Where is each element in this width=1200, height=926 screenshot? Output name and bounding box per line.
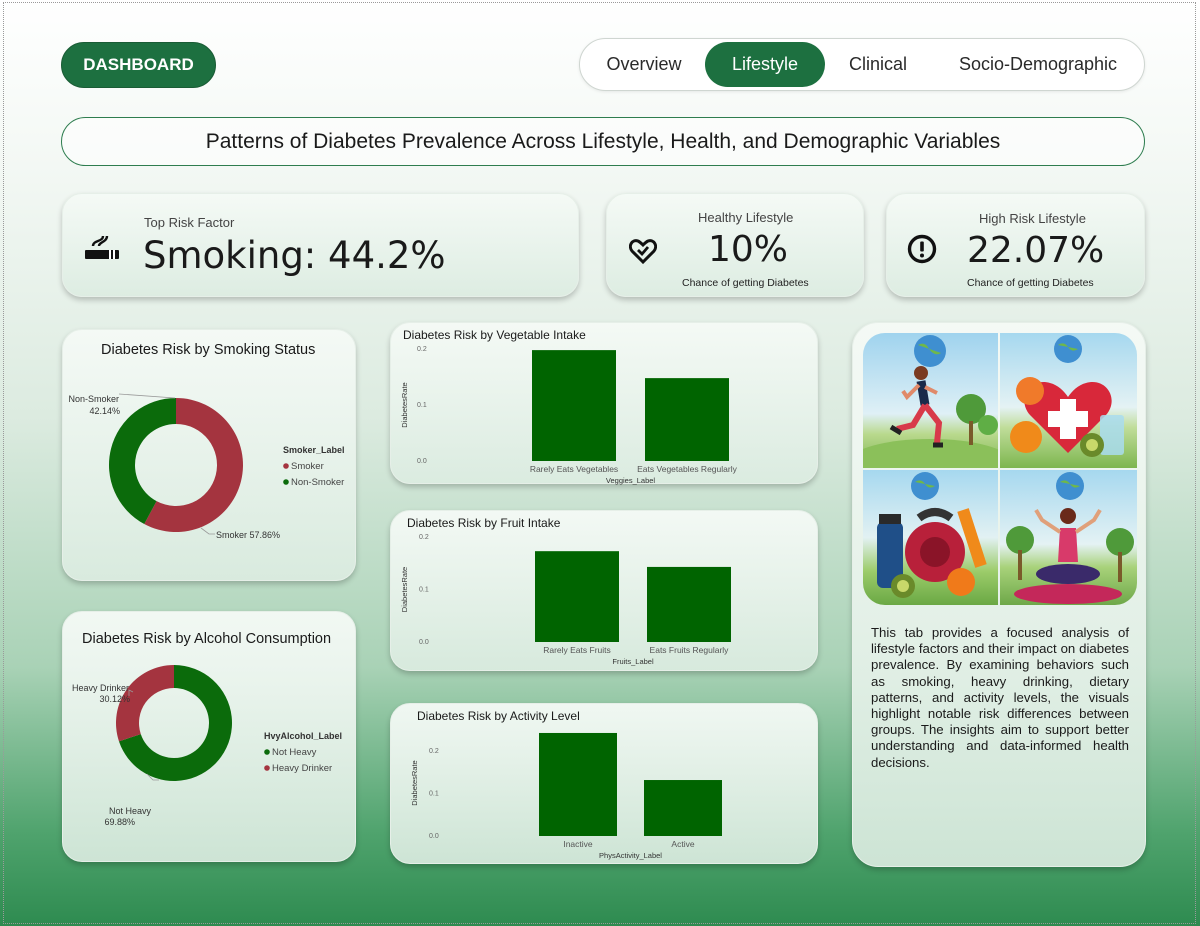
- smoking-leader-line: [118, 393, 176, 399]
- vegetable-bar[interactable]: [532, 350, 616, 461]
- kpi-healthy-value: 10%: [708, 229, 789, 270]
- alcohol-legend-title: HvyAlcohol_Label: [264, 731, 342, 741]
- fitness-gear-illustration: [863, 470, 998, 605]
- alcohol-legend-marker: [264, 765, 270, 771]
- kpi-healthy-label: Healthy Lifestyle: [698, 210, 794, 225]
- alcohol-data-label: 69.88%: [104, 817, 135, 827]
- vegetable-x-axis-title: Veggies_Label: [606, 476, 656, 485]
- tab-socio-demographic[interactable]: Socio-Demographic: [940, 42, 1136, 87]
- activity-bar[interactable]: [539, 732, 617, 836]
- activity-y-tick: 0.0: [429, 833, 439, 840]
- alcohol-data-label: Heavy Drinker: [72, 683, 129, 693]
- alcohol-data-label: Not Heavy: [109, 806, 152, 816]
- kpi-top-risk-label: Top Risk Factor: [144, 215, 235, 230]
- vegetable-bar-chart: 0.0 0.1 0.2 DiabetesRate Rarely Eats Vegetab…: [400, 346, 738, 485]
- page-title: Patterns of Diabetes Prevalence Across L…: [61, 117, 1145, 166]
- fruit-y-axis-title: DiabetesRate: [400, 567, 409, 612]
- alcohol-donut-card: Diabetes Risk by Alcohol Consumption Hea…: [62, 611, 356, 862]
- smoking-donut-card: Diabetes Risk by Smoking Status Non-Smok…: [62, 329, 356, 581]
- activity-x-axis-title: PhysActivity_Label: [599, 851, 662, 860]
- activity-y-axis-title: DiabetesRate: [410, 760, 419, 805]
- fruit-bar[interactable]: [535, 551, 619, 642]
- vegetable-x-tick: Eats Vegetables Regularly: [637, 464, 737, 474]
- heart-fruit-illustration: [1000, 333, 1137, 468]
- fruit-y-tick: 0.2: [419, 534, 429, 541]
- vegetable-y-tick: 0.0: [417, 458, 427, 465]
- lifestyle-info-panel: This tab provides a focused analysis of …: [852, 322, 1146, 867]
- kpi-high-risk-value: 22.07%: [967, 230, 1105, 271]
- kpi-high-risk-label: High Risk Lifestyle: [979, 211, 1086, 226]
- fruit-y-tick: 0.1: [419, 587, 429, 594]
- smoking-legend-title: Smoker_Label: [283, 445, 345, 455]
- activity-x-tick: Active: [671, 839, 694, 849]
- lifestyle-description: This tab provides a focused analysis of …: [871, 625, 1129, 770]
- fruit-y-tick: 0.0: [419, 639, 429, 646]
- fruit-x-axis-title: Fruits_Label: [612, 657, 654, 666]
- smoking-legend-marker: [283, 479, 289, 485]
- yoga-illustration: [1000, 470, 1137, 605]
- cigarette-icon: [83, 232, 123, 268]
- activity-y-tick: 0.1: [429, 791, 439, 798]
- lifestyle-illustration: [863, 333, 1137, 605]
- smoking-data-label: Smoker 57.86%: [216, 530, 280, 540]
- alert-circle-icon: [907, 234, 937, 268]
- kpi-top-risk-value: Smoking: 44.2%: [143, 234, 446, 277]
- activity-y-tick: 0.2: [429, 748, 439, 755]
- alcohol-legend-item[interactable]: Heavy Drinker: [272, 763, 332, 774]
- smoking-data-label: 42.14%: [89, 406, 120, 416]
- kpi-healthy-card: Healthy Lifestyle 10% Chance of getting …: [606, 193, 864, 297]
- vegetable-x-tick: Rarely Eats Vegetables: [530, 464, 618, 474]
- kpi-high-risk-card: High Risk Lifestyle 22.07% Chance of get…: [886, 193, 1145, 297]
- kpi-top-risk-card: Top Risk Factor Smoking: 44.2%: [62, 193, 579, 297]
- kpi-high-risk-sub: Chance of getting Diabetes: [967, 277, 1094, 289]
- alcohol-legend-item[interactable]: Not Heavy: [272, 747, 317, 758]
- tab-clinical[interactable]: Clinical: [832, 42, 924, 87]
- runner-illustration: [863, 333, 998, 468]
- heart-check-icon: [628, 238, 658, 268]
- fruit-bar[interactable]: [647, 566, 731, 642]
- smoking-data-label: Non-Smoker: [68, 394, 119, 404]
- vegetable-bar[interactable]: [645, 378, 729, 461]
- activity-bar-card: Diabetes Risk by Activity Level 0.0 0.1 0.…: [390, 703, 818, 864]
- fruit-bar-card: Diabetes Risk by Fruit Intake 0.0 0.1 0.2 D…: [390, 510, 818, 671]
- tab-lifestyle[interactable]: Lifestyle: [705, 42, 825, 87]
- vegetable-y-tick: 0.2: [417, 346, 427, 353]
- fruit-x-tick: Rarely Eats Fruits: [543, 645, 611, 655]
- activity-x-tick: Inactive: [563, 839, 593, 849]
- vegetable-bar-card: Diabetes Risk by Vegetable Intake 0.0 0.1…: [390, 322, 818, 485]
- nav-tabs: Overview Lifestyle Clinical Socio-Demogr…: [579, 38, 1145, 91]
- vegetable-y-tick: 0.1: [417, 402, 427, 409]
- fruit-x-tick: Eats Fruits Regularly: [650, 645, 730, 655]
- kpi-healthy-sub: Chance of getting Diabetes: [682, 277, 809, 289]
- alcohol-donut-chart: Heavy Drinker30.12%Not Heavy69.88%HvyAlc…: [72, 665, 342, 827]
- fruit-bar-chart: 0.0 0.1 0.2 DiabetesRate Rarely Eats Fruits E…: [400, 534, 731, 666]
- vegetable-y-axis-title: DiabetesRate: [400, 382, 409, 427]
- tab-overview[interactable]: Overview: [590, 42, 698, 87]
- alcohol-legend-marker: [264, 749, 270, 755]
- smoking-legend-item[interactable]: Smoker: [291, 461, 324, 472]
- smoking-donut-chart: Non-Smoker 42.14% Smoker 57.86% Smoker_Labe…: [68, 393, 345, 540]
- activity-bar-chart: 0.0 0.1 0.2 DiabetesRate Inactive Active PhysA…: [410, 732, 722, 860]
- smoking-legend-marker: [283, 463, 289, 469]
- alcohol-data-label: 30.12%: [99, 694, 130, 704]
- activity-bar[interactable]: [644, 780, 722, 836]
- smoking-leader-line: [200, 527, 215, 535]
- smoking-legend-item[interactable]: Non-Smoker: [291, 477, 344, 488]
- dashboard-button[interactable]: DASHBOARD: [61, 42, 216, 88]
